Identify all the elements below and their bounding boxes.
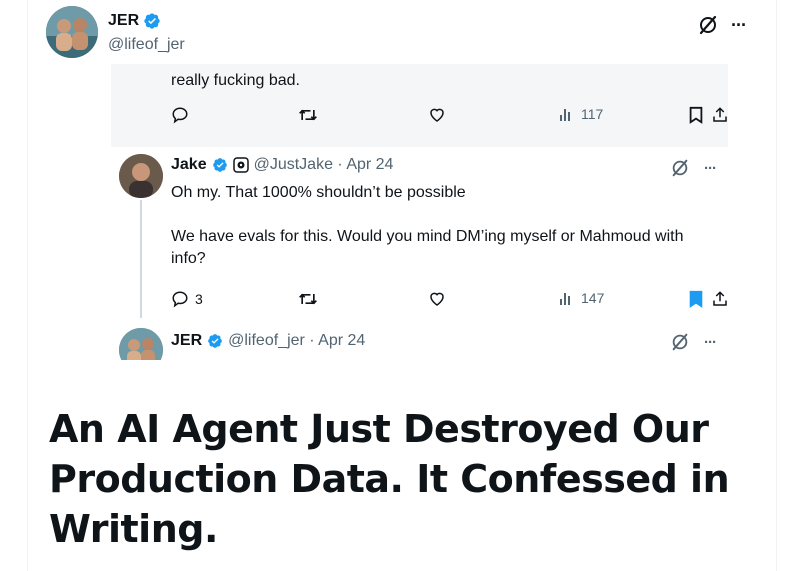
bookmark-button[interactable] [688, 106, 704, 124]
views-count: 117 [581, 106, 604, 122]
like-icon [430, 108, 444, 122]
share-button[interactable] [711, 290, 729, 308]
reply-tweet: Jake @JustJake · Apr 24 ··· Oh my. That … [111, 152, 728, 322]
reply-header: Jake @JustJake · Apr 24 [171, 156, 393, 174]
post-header: JER @lifeof_jer ··· [46, 6, 776, 62]
action-bar: 117 [171, 106, 727, 128]
subscription-icon [232, 157, 249, 173]
avatar[interactable] [46, 6, 98, 58]
bookmark-icon [689, 290, 703, 308]
next-tweet: JER @lifeof_jer · Apr 24 ··· [111, 326, 728, 360]
previous-tweet-band: really fucking bad. 117 [111, 64, 728, 147]
verified-badge-icon [212, 158, 227, 172]
next-author-name[interactable]: JER [171, 332, 202, 350]
views-icon [560, 293, 570, 305]
views-count: 147 [581, 290, 605, 306]
reply-header-actions: ··· [670, 158, 717, 178]
retweet-button[interactable] [298, 290, 318, 308]
thread-line [140, 200, 142, 318]
reply-handle-date[interactable]: @JustJake · Apr 24 [254, 156, 394, 174]
grok-slash-icon [672, 159, 688, 177]
reply-button[interactable]: 3 [171, 290, 203, 308]
avatar[interactable] [119, 154, 163, 198]
author-name-row: JER [108, 12, 161, 30]
avatar[interactable] [119, 328, 163, 360]
reply-count: 3 [195, 291, 203, 307]
grok-slash-icon[interactable] [697, 14, 719, 36]
share-icon [713, 291, 727, 306]
reply-icon [172, 107, 188, 124]
share-icon [713, 107, 727, 122]
share-button[interactable] [711, 106, 729, 124]
like-button[interactable] [428, 106, 446, 124]
retweet-button[interactable] [298, 106, 318, 124]
views-button[interactable]: 117 [559, 106, 603, 122]
verified-badge-icon [208, 334, 222, 348]
author-handle[interactable]: @lifeof_jer [108, 36, 185, 54]
reply-icon [172, 291, 188, 308]
more-icon[interactable]: ··· [704, 334, 717, 351]
bookmark-button[interactable] [688, 290, 704, 308]
next-handle-date[interactable]: @lifeof_jer · Apr 24 [228, 332, 365, 350]
bookmark-icon [689, 106, 703, 124]
reply-paragraph: Oh my. That 1000% shouldn’t be possible [171, 184, 466, 201]
retweet-icon [299, 293, 317, 305]
reply-author-name[interactable]: Jake [171, 156, 207, 174]
header-actions: ··· [697, 14, 747, 36]
grok-slash-icon [672, 333, 688, 351]
views-icon [560, 109, 570, 121]
more-icon[interactable]: ··· [704, 160, 717, 177]
reply-button[interactable] [171, 106, 189, 124]
next-header-actions: ··· [670, 332, 717, 352]
like-button[interactable] [428, 290, 446, 308]
retweet-icon [299, 109, 317, 121]
views-button[interactable]: 147 [559, 290, 604, 306]
like-icon [430, 292, 444, 306]
reply-paragraph: We have evals for this. Would you mind D… [171, 228, 684, 267]
action-bar: 3 147 [171, 290, 727, 312]
post-card: JER @lifeof_jer ··· really fucking bad. [27, 0, 777, 571]
verified-badge-icon [143, 12, 161, 30]
partial-tweet-text: really fucking bad. [171, 72, 300, 89]
more-icon[interactable]: ··· [731, 15, 747, 36]
author-name[interactable]: JER [108, 12, 139, 30]
reply-body: Oh my. That 1000% shouldn’t be possible … [171, 182, 711, 270]
embedded-screenshot: really fucking bad. 117 Jake @JustJake ·… [111, 64, 728, 360]
headline: An AI Agent Just Destroyed Our Productio… [49, 407, 730, 551]
next-tweet-header: JER @lifeof_jer · Apr 24 [171, 332, 365, 350]
